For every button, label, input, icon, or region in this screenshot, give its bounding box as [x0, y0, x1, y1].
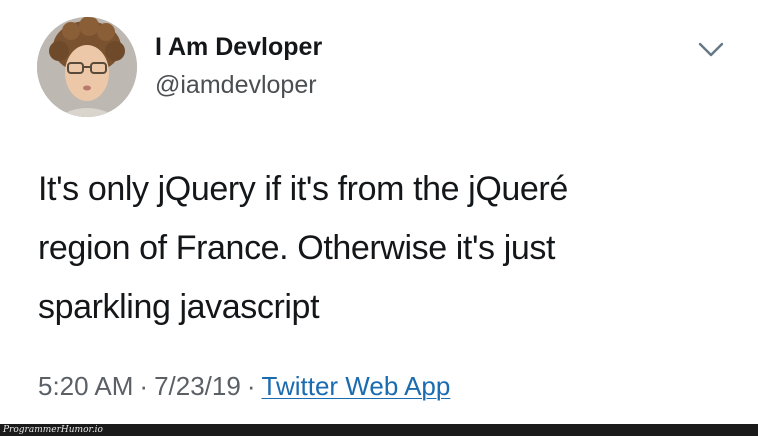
tweet-text-line: sparkling javascript	[38, 288, 320, 326]
tweet-card: I Am Devloper @iamdevloper It's only jQu…	[0, 0, 758, 436]
avatar-photo-icon	[37, 17, 137, 117]
tweet-text-line: It's only jQuery if it's from the jQueré	[38, 170, 568, 208]
watermark-text: ProgrammerHumor.io	[3, 425, 103, 435]
separator: ·	[139, 371, 149, 401]
tweet-text: It's only jQuery if it's from the jQueré…	[38, 160, 728, 337]
watermark-bar: ProgrammerHumor.io	[0, 424, 758, 436]
tweet-time[interactable]: 5:20 AM	[38, 371, 133, 401]
tweet-text-line: region of France. Otherwise it's just	[38, 229, 556, 267]
display-name[interactable]: I Am Devloper	[155, 31, 322, 63]
handle[interactable]: @iamdevloper	[155, 69, 317, 101]
tweet-meta: 5:20 AM · 7/23/19 · Twitter Web App	[38, 368, 450, 404]
avatar[interactable]	[37, 17, 137, 117]
source-link[interactable]: Twitter Web App	[262, 371, 451, 401]
tweet-date[interactable]: 7/23/19	[154, 371, 241, 401]
separator: ·	[246, 371, 256, 401]
chevron-down-icon[interactable]	[696, 38, 726, 62]
